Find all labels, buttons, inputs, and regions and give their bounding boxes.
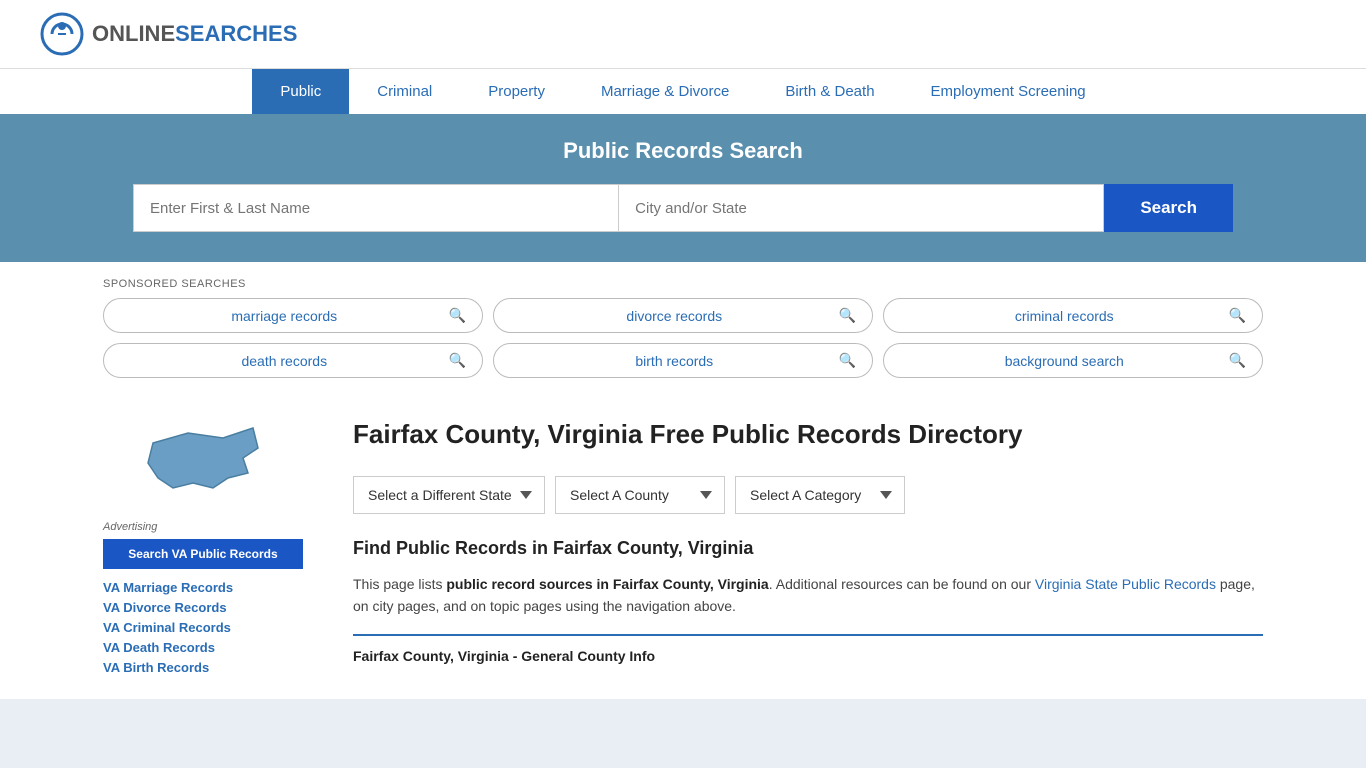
main-content: Fairfax County, Virginia Free Public Rec… bbox=[323, 398, 1263, 699]
county-dropdown[interactable]: Select A County bbox=[555, 476, 725, 514]
search-va-button[interactable]: Search VA Public Records bbox=[103, 539, 303, 569]
sidebar-link-marriage[interactable]: VA Marriage Records bbox=[103, 580, 233, 595]
state-map bbox=[103, 418, 303, 501]
sidebar-link-divorce[interactable]: VA Divorce Records bbox=[103, 600, 227, 615]
desc-part2: . Additional resources can be found on o… bbox=[769, 576, 1035, 592]
desc-link[interactable]: Virginia State Public Records bbox=[1035, 576, 1216, 592]
sponsored-birth[interactable]: birth records 🔍 bbox=[493, 343, 873, 378]
desc-bold1: public record sources in Fairfax County,… bbox=[446, 576, 768, 592]
search-button[interactable]: Search bbox=[1104, 184, 1233, 232]
sponsored-divorce-text: divorce records bbox=[510, 308, 839, 324]
sidebar-link-death[interactable]: VA Death Records bbox=[103, 640, 215, 655]
nav-item-criminal[interactable]: Criminal bbox=[349, 69, 460, 114]
search-icon-marriage: 🔍 bbox=[449, 307, 466, 324]
sponsored-criminal-text: criminal records bbox=[900, 308, 1229, 324]
sponsored-label: SPONSORED SEARCHES bbox=[103, 262, 1263, 298]
sidebar-link-birth[interactable]: VA Birth Records bbox=[103, 660, 209, 675]
sponsored-death-text: death records bbox=[120, 353, 449, 369]
sidebar-link-criminal[interactable]: VA Criminal Records bbox=[103, 620, 231, 635]
desc-part1: This page lists bbox=[353, 576, 446, 592]
search-icon-background: 🔍 bbox=[1229, 352, 1246, 369]
search-icon-birth: 🔍 bbox=[839, 352, 856, 369]
sidebar: Advertising Search VA Public Records VA … bbox=[103, 398, 323, 699]
sponsored-death[interactable]: death records 🔍 bbox=[103, 343, 483, 378]
nav-item-public[interactable]: Public bbox=[252, 69, 349, 114]
name-input[interactable] bbox=[133, 184, 618, 232]
nav-item-birth-death[interactable]: Birth & Death bbox=[757, 69, 902, 114]
logo[interactable]: ONLINESEARCHES bbox=[40, 12, 297, 56]
search-title: Public Records Search bbox=[40, 138, 1326, 164]
search-bar: Search bbox=[133, 184, 1233, 232]
main-container: SPONSORED SEARCHES marriage records 🔍 di… bbox=[63, 262, 1303, 699]
general-info-title: Fairfax County, Virginia - General Count… bbox=[353, 636, 1263, 664]
search-section: Public Records Search Search bbox=[0, 114, 1366, 262]
header: ONLINESEARCHES bbox=[0, 0, 1366, 68]
nav-item-marriage-divorce[interactable]: Marriage & Divorce bbox=[573, 69, 757, 114]
content-layout: Advertising Search VA Public Records VA … bbox=[103, 398, 1263, 699]
search-icon-death: 🔍 bbox=[449, 352, 466, 369]
advertising-label: Advertising bbox=[103, 521, 303, 533]
sponsored-marriage[interactable]: marriage records 🔍 bbox=[103, 298, 483, 333]
logo-searches-text: SEARCHES bbox=[175, 21, 297, 46]
sponsored-criminal[interactable]: criminal records 🔍 bbox=[883, 298, 1263, 333]
sponsored-background[interactable]: background search 🔍 bbox=[883, 343, 1263, 378]
search-icon-divorce: 🔍 bbox=[839, 307, 856, 324]
sponsored-birth-text: birth records bbox=[510, 353, 839, 369]
location-input[interactable] bbox=[618, 184, 1104, 232]
sidebar-links: VA Marriage Records VA Divorce Records V… bbox=[103, 579, 303, 675]
main-nav: Public Criminal Property Marriage & Divo… bbox=[0, 68, 1366, 114]
nav-item-employment[interactable]: Employment Screening bbox=[903, 69, 1114, 114]
sponsored-background-text: background search bbox=[900, 353, 1229, 369]
nav-item-property[interactable]: Property bbox=[460, 69, 573, 114]
category-dropdown[interactable]: Select A Category bbox=[735, 476, 905, 514]
description-paragraph: This page lists public record sources in… bbox=[353, 573, 1263, 618]
logo-icon bbox=[40, 12, 84, 56]
dropdown-row: Select a Different State Select A County… bbox=[353, 476, 1263, 514]
logo-online-text: ONLINE bbox=[92, 21, 175, 46]
page-title: Fairfax County, Virginia Free Public Rec… bbox=[353, 418, 1263, 452]
sponsored-grid: marriage records 🔍 divorce records 🔍 cri… bbox=[103, 298, 1263, 398]
sponsored-marriage-text: marriage records bbox=[120, 308, 449, 324]
sponsored-divorce[interactable]: divorce records 🔍 bbox=[493, 298, 873, 333]
virginia-map bbox=[143, 418, 263, 498]
search-icon-criminal: 🔍 bbox=[1229, 307, 1246, 324]
state-dropdown[interactable]: Select a Different State bbox=[353, 476, 545, 514]
find-section-title: Find Public Records in Fairfax County, V… bbox=[353, 538, 1263, 559]
